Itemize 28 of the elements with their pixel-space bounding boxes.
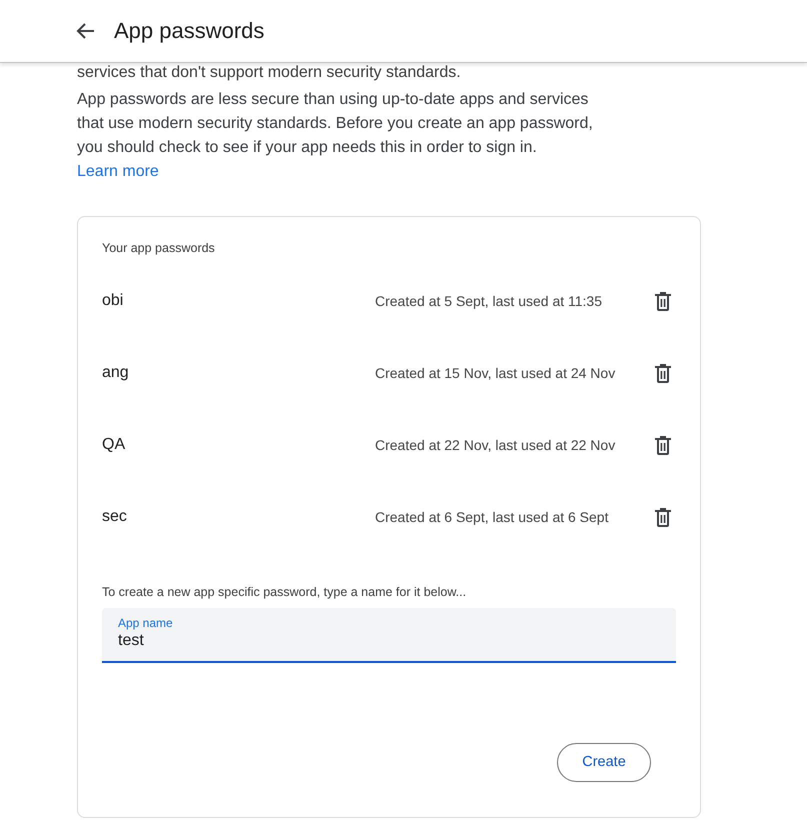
delete-button[interactable] <box>655 508 671 526</box>
usage-details: Created at 15 Nov, last used at 24 Nov <box>375 364 616 382</box>
delete-button[interactable] <box>655 292 671 310</box>
app-password-name: sec <box>102 507 127 527</box>
learn-more-link[interactable]: Learn more <box>77 160 159 184</box>
floating-label: App name <box>118 616 173 630</box>
page-title: App passwords <box>114 17 264 45</box>
trash-icon <box>655 436 671 454</box>
app-password-name: obi <box>102 291 124 311</box>
trash-icon <box>655 508 671 526</box>
intro-text: services that don't support modern security standards. <box>77 64 461 82</box>
trash-icon <box>655 364 671 382</box>
delete-button[interactable] <box>655 364 671 382</box>
usage-details: Created at 6 Sept, last used at 6 Sept <box>375 508 608 526</box>
app-password-name: QA <box>102 435 126 455</box>
back-arrow-icon <box>76 23 94 39</box>
usage-details: Created at 22 Nov, last used at 22 Nov <box>375 436 616 454</box>
back-button[interactable] <box>76 23 94 39</box>
trash-icon <box>655 292 671 310</box>
app-name-field[interactable]: App name test <box>102 608 676 663</box>
create-instruction: To create a new app specific password, type a name for it below... <box>102 584 466 600</box>
app-name-input[interactable]: test <box>118 630 660 652</box>
create-button[interactable]: Create <box>557 743 651 782</box>
usage-details: Created at 5 Sept, last used at 11:35 <box>375 292 602 310</box>
section-heading: Your app passwords <box>102 240 215 256</box>
delete-button[interactable] <box>655 436 671 454</box>
notice-text: App passwords are less secure than using up-to-date apps and services that use modern security standards. Before you create an app password, you should check to see if your app needs this in order to sign in. <box>77 90 594 158</box>
app-password-name: ang <box>102 363 129 383</box>
